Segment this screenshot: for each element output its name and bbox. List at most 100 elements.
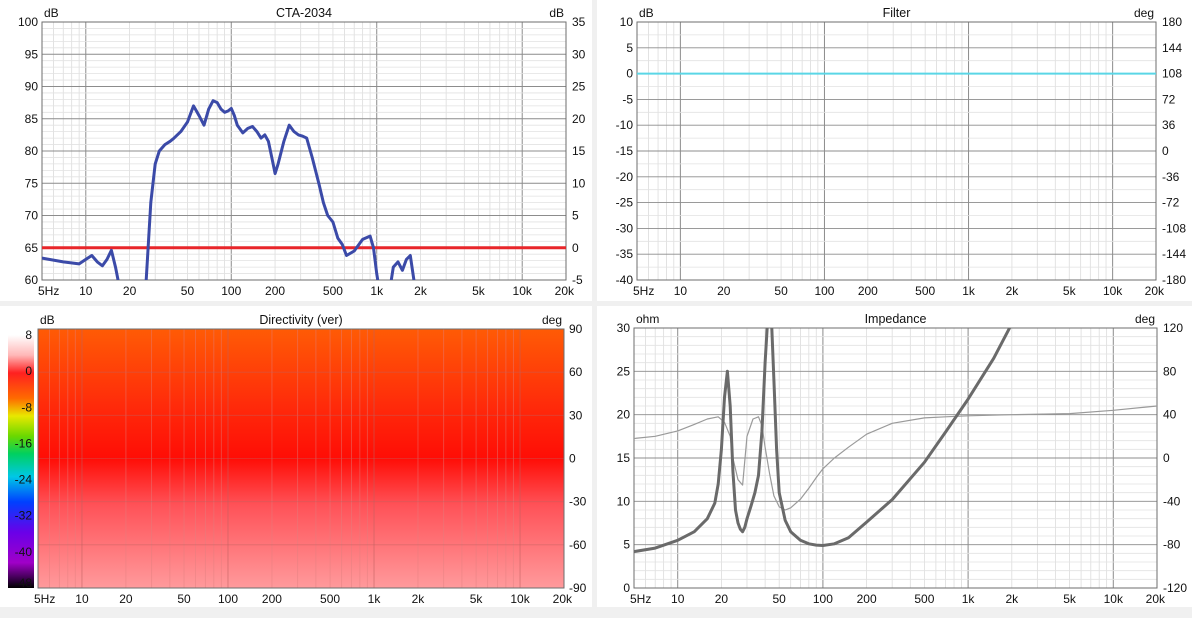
right-axis-unit: deg — [1134, 6, 1154, 20]
y2-tick-label: 40 — [1163, 408, 1177, 422]
x-tick-label: 10 — [75, 592, 89, 606]
x-tick-label: 5Hz — [34, 592, 55, 606]
y-tick-label: 75 — [25, 176, 39, 190]
left-axis-unit: dB — [44, 6, 59, 20]
y-tick-label: 30 — [617, 321, 631, 335]
directivity-chart-panel: Directivity (ver) dB deg 5Hz 10 20 50 100 200 500… — [0, 306, 592, 607]
x-tick-label: 10k — [510, 592, 530, 606]
y-tick-label: 5 — [626, 41, 633, 55]
y-tick-label: 100 — [18, 15, 38, 29]
y2-tick-label: 36 — [1162, 118, 1176, 132]
x-tick-label: 200 — [262, 592, 282, 606]
x-tick-label: 100 — [814, 284, 834, 298]
y2-tick-label: -5 — [572, 273, 583, 287]
chart-title: CTA-2034 — [276, 6, 332, 20]
filter-grid — [637, 21, 1156, 281]
x-tick-label: 200 — [265, 284, 285, 298]
x-tick-label: 20 — [119, 592, 133, 606]
chart-title: Directivity (ver) — [259, 313, 342, 327]
x-tick-label: 100 — [221, 284, 241, 298]
filter-chart-panel: FilterdB deg5Hz 10 20 50 100 200 500 1k 2k 5k 10k 20… — [597, 0, 1192, 301]
y2-tick-label: -90 — [569, 581, 587, 595]
x-tick-label: 10k — [1104, 592, 1124, 606]
y2-tick-label: 20 — [572, 112, 586, 126]
colorbar-tick-label: 0 — [25, 364, 32, 378]
y2-tick-label: 5 — [572, 209, 579, 223]
x-tick-label: 20 — [717, 284, 731, 298]
y-tick-label: 60 — [25, 273, 39, 287]
y2-tick-label: -144 — [1162, 247, 1186, 261]
cta-grid — [42, 21, 566, 281]
x-tick-label: 20 — [123, 284, 137, 298]
y2-tick-label: 35 — [572, 15, 586, 29]
x-tick-label: 2k — [412, 592, 426, 606]
x-tick-label: 2k — [1005, 592, 1019, 606]
colorbar-tick-label: -16 — [15, 436, 33, 450]
x-tick-label: 2k — [1006, 284, 1020, 298]
chart-title: Impedance — [865, 312, 927, 326]
y-tick-label: 25 — [617, 364, 631, 378]
y2-tick-label: 80 — [1163, 364, 1177, 378]
x-tick-label: 1k — [962, 284, 976, 298]
x-tick-label: 5Hz — [630, 592, 651, 606]
x-tick-label: 500 — [323, 284, 343, 298]
chart-title: Filter — [883, 6, 911, 20]
x-tick-label: 5k — [1063, 592, 1077, 606]
x-tick-label: 1k — [962, 592, 976, 606]
y2-tick-label: 30 — [572, 47, 586, 61]
right-axis-unit: dB — [549, 6, 564, 20]
cta-2034-chart-panel: CTA-2034dB dB5Hz 10 20 50 100 200 500 1k 2k 5k 10k 2… — [0, 0, 592, 301]
y2-tick-label: 15 — [572, 144, 586, 158]
y2-tick-label: 0 — [569, 452, 576, 466]
colorbar-tick-label: -40 — [15, 545, 33, 559]
y-tick-label: -20 — [616, 170, 634, 184]
x-tick-label: 50 — [774, 284, 788, 298]
y2-tick-label: -80 — [1163, 538, 1181, 552]
y2-tick-label: -30 — [569, 495, 587, 509]
x-tick-label: 500 — [914, 592, 934, 606]
x-tick-label: 10k — [1103, 284, 1123, 298]
left-axis-unit: dB — [40, 313, 55, 327]
y-tick-label: 80 — [25, 144, 39, 158]
y-tick-label: -30 — [616, 221, 634, 235]
x-tick-label: 5Hz — [633, 284, 654, 298]
y2-tick-label: 0 — [1162, 144, 1169, 158]
y-tick-label: 95 — [25, 47, 39, 61]
x-tick-label: 100 — [813, 592, 833, 606]
y-tick-label: 70 — [25, 209, 39, 223]
left-axis-unit: ohm — [636, 312, 659, 326]
y-tick-label: -5 — [622, 92, 633, 106]
y2-tick-label: 30 — [569, 408, 583, 422]
filter-panel-background — [597, 0, 1192, 301]
y2-tick-label: 0 — [572, 241, 579, 255]
colorbar-tick-label: -8 — [21, 400, 32, 414]
x-tick-label: 5k — [1063, 284, 1077, 298]
x-tick-label: 200 — [857, 592, 877, 606]
y-tick-label: -10 — [616, 118, 634, 132]
x-tick-label: 20 — [715, 592, 729, 606]
x-tick-label: 50 — [177, 592, 191, 606]
y-tick-label: 65 — [25, 241, 39, 255]
x-tick-label: 1k — [370, 284, 384, 298]
x-tick-label: 10k — [513, 284, 533, 298]
y2-tick-label: 25 — [572, 80, 586, 94]
y2-tick-label: 120 — [1163, 321, 1183, 335]
y-tick-label: 85 — [25, 112, 39, 126]
y2-tick-label: -180 — [1162, 273, 1186, 287]
x-tick-label: 50 — [773, 592, 787, 606]
y2-tick-label: 90 — [569, 322, 583, 336]
x-tick-label: 5k — [470, 592, 484, 606]
x-tick-label: 1k — [368, 592, 382, 606]
y-tick-label: 10 — [617, 494, 631, 508]
y-tick-label: 10 — [620, 15, 634, 29]
right-axis-unit: deg — [542, 313, 562, 327]
x-tick-label: 10 — [79, 284, 93, 298]
colorbar-tick-label: -48 — [15, 576, 33, 590]
y-tick-label: -35 — [616, 247, 634, 261]
y-tick-label: 90 — [25, 80, 39, 94]
y2-tick-label: 60 — [569, 365, 583, 379]
y-tick-label: 20 — [617, 408, 631, 422]
right-axis-unit: deg — [1135, 312, 1155, 326]
colorbar-tick-label: -24 — [15, 473, 33, 487]
x-tick-label: 10 — [671, 592, 685, 606]
